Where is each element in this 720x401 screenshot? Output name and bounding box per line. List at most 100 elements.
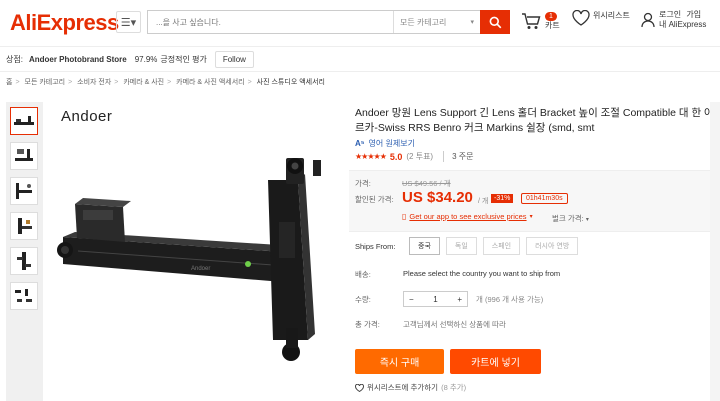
breadcrumb-separator: >: [247, 79, 252, 86]
app-promo-link[interactable]: ▯ Get our app to see exclusive prices ▾: [402, 212, 533, 221]
rating-score: 5.0: [389, 151, 403, 162]
thumbnail-list: [10, 107, 40, 317]
mobile-icon: ▯: [402, 212, 407, 221]
heart-icon: [355, 383, 364, 392]
cart-icon: [522, 12, 541, 29]
user-icon: [641, 12, 655, 28]
ships-from-row: Ships From: 중국 독일 스페인 러시아 연방: [349, 237, 720, 255]
ships-from-option[interactable]: 중국: [409, 237, 440, 255]
login-link[interactable]: 로그인: [659, 10, 681, 19]
translate-label: 영어 원제보기: [368, 139, 415, 148]
join-link[interactable]: 가입: [686, 10, 701, 19]
original-price: US $49.56 / 개: [402, 179, 451, 188]
breadcrumb-separator: >: [15, 79, 20, 86]
bracket-thumb-icon: [14, 116, 34, 125]
thumbnail[interactable]: [10, 177, 38, 205]
aliexpress-logo[interactable]: AliExpress: [10, 10, 119, 36]
thumbnail[interactable]: [10, 212, 38, 240]
ships-from-option[interactable]: 스페인: [482, 237, 521, 255]
menu-icon: ☰▾: [120, 16, 137, 29]
thumbnail[interactable]: [10, 142, 38, 170]
breadcrumb-separator: >: [68, 79, 73, 86]
quantity-decrement-button[interactable]: −: [409, 295, 414, 304]
wishlist-count: (8 추가): [441, 383, 467, 392]
breadcrumb-item[interactable]: 홈: [6, 79, 12, 86]
account-link[interactable]: 로그인 가입 내 AliExpress: [641, 10, 706, 30]
bracket-thumb-icon: [17, 252, 31, 270]
rating-stars: ★★★★★: [355, 152, 387, 161]
quantity-label: 수량:: [355, 295, 371, 304]
buy-now-button[interactable]: 즉시 구매: [355, 349, 444, 374]
thumbnail[interactable]: [10, 282, 38, 310]
bracket-thumb-icon: [15, 289, 32, 302]
breadcrumb-current[interactable]: 사진 스튜디오 액세서리: [257, 79, 325, 86]
store-prefix: 상점:: [6, 54, 23, 64]
chevron-down-icon: ▾: [529, 214, 533, 220]
search-bar: 모든 카테고리 ▾: [147, 10, 510, 34]
category-menu-button[interactable]: ☰▾: [116, 11, 141, 33]
translate-link[interactable]: A⁵ 영어 원제보기: [355, 138, 415, 149]
cart-label: 카트: [545, 21, 560, 30]
rating-row: ★★★★★ 5.0 (2 투표) 3 주문: [355, 151, 474, 162]
cart-count-badge: 1: [545, 12, 557, 21]
total-price-label: 총 가격:: [355, 320, 380, 329]
app-promo-label: Get our app to see exclusive prices: [409, 212, 527, 221]
chevron-down-icon: ▾: [585, 217, 589, 223]
bracket-thumb-icon: [16, 183, 32, 199]
breadcrumb-item[interactable]: 소비자 전자: [77, 79, 111, 86]
search-input[interactable]: [148, 11, 393, 33]
quantity-stepper: − 1 +: [403, 291, 468, 307]
store-rating-label: 긍정적인 평가: [160, 54, 207, 64]
my-aliexpress-link[interactable]: 내 AliExpress: [659, 20, 706, 30]
main-product-image[interactable]: Andoer Andoer: [43, 102, 346, 401]
translate-icon: A⁵: [355, 139, 365, 148]
quantity-increment-button[interactable]: +: [457, 295, 462, 304]
store-rating: 97.9%: [134, 54, 158, 64]
shipping-value: Please select the country you want to sh…: [403, 269, 561, 278]
heart-icon: [572, 10, 590, 26]
rail-engraving: Andoer: [191, 266, 210, 272]
search-category-select[interactable]: 모든 카테고리 ▾: [393, 11, 479, 33]
site-header: AliExpress ☰▾ 모든 카테고리 ▾ 카트 1 위시리스트 로그인 가…: [0, 0, 720, 46]
breadcrumb: 홈 > 모든 카테고리 > 소비자 전자 > 카메라 & 사진 > 카메라 & 사진 액…: [6, 77, 325, 87]
thumbnail[interactable]: [10, 247, 38, 275]
page-edge-strip: [710, 102, 720, 401]
breadcrumb-item[interactable]: 카메라 & 사진 액세서리: [176, 79, 244, 86]
wishlist-add-label: 위시리스트에 추가하기: [367, 383, 439, 392]
wishlist-link[interactable]: 위시리스트: [572, 10, 630, 26]
thumbnail[interactable]: [10, 107, 38, 135]
lens-support-bracket-image: Andoer: [57, 158, 321, 361]
search-icon: [489, 16, 501, 28]
rating-votes[interactable]: (2 투표): [406, 151, 433, 162]
chevron-down-icon: ▾: [470, 19, 474, 26]
follow-button[interactable]: Follow: [214, 50, 254, 68]
price-box: 가격: US $49.56 / 개 할인된 가격: US $34.20 / 개 …: [349, 170, 720, 232]
search-category-label: 모든 카테고리: [400, 17, 447, 27]
ships-from-label: Ships From:: [355, 241, 396, 251]
store-bar: 상점: Andoer Photobrand Store 97.9% 긍정적인 평…: [0, 46, 720, 72]
total-price-value: 고객님께서 선택하신 상품에 따라: [403, 320, 506, 329]
quantity-available: 개 (996 개 사용 가능): [476, 295, 544, 304]
product-title: Andoer 망원 Lens Support 긴 Lens 홀더 Bracket…: [355, 107, 714, 134]
breadcrumb-item[interactable]: 카메라 & 사진: [123, 79, 164, 86]
add-to-cart-button[interactable]: 카트에 넣기: [450, 349, 541, 374]
bulk-price-label: 벌크 가격:: [552, 214, 584, 223]
bracket-thumb-icon: [15, 149, 33, 161]
sale-price: US $34.20: [402, 189, 473, 206]
ships-from-option[interactable]: 독일: [445, 237, 477, 255]
breadcrumb-separator: >: [167, 79, 172, 86]
quantity-input[interactable]: 1: [433, 295, 437, 304]
breadcrumb-separator: >: [114, 79, 119, 86]
orders-count: 3 주문: [443, 151, 474, 162]
sale-price-label: 할인된 가격:: [355, 195, 394, 204]
bulk-price-dropdown[interactable]: 벌크 가격: ▾: [552, 213, 589, 224]
discount-badge: -31%: [491, 194, 514, 203]
ships-from-option[interactable]: 러시아 연방: [526, 237, 579, 255]
product-gallery: Andoer Andoer: [6, 102, 346, 401]
search-button[interactable]: [480, 10, 510, 34]
store-name[interactable]: Andoer Photobrand Store: [29, 55, 127, 64]
per-unit-label: / 개: [478, 198, 489, 205]
bracket-thumb-icon: [18, 218, 32, 234]
breadcrumb-item[interactable]: 모든 카테고리: [25, 79, 66, 86]
add-to-wishlist-link[interactable]: 위시리스트에 추가하기 (8 추가): [355, 382, 466, 393]
